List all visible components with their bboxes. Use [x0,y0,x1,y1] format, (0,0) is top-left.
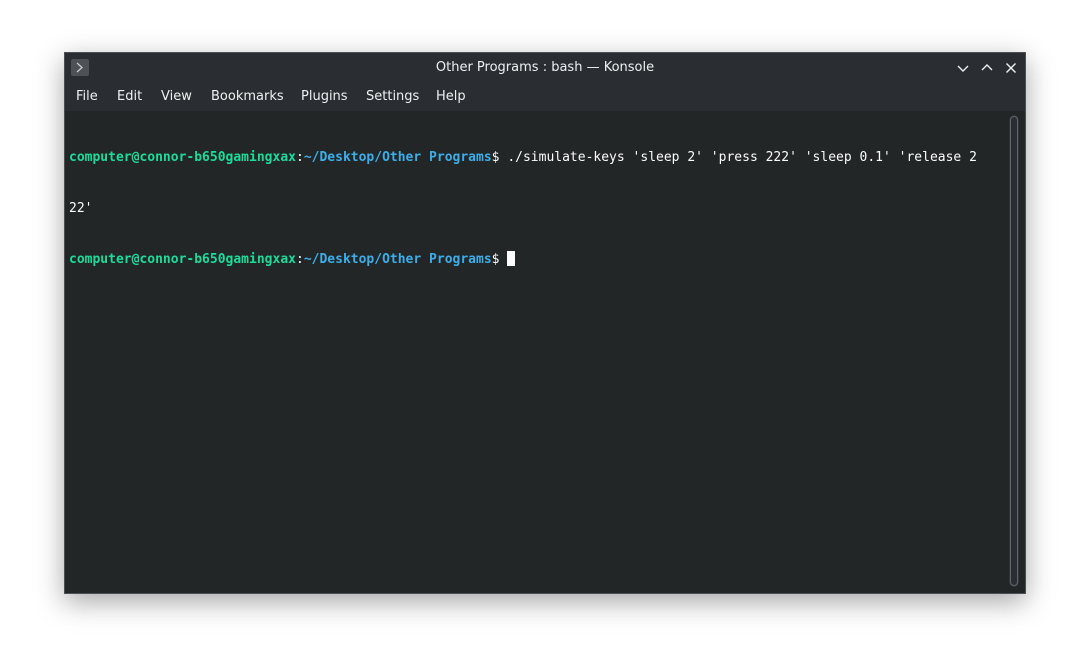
terminal-line: 22' [69,200,1007,217]
terminal-line: computer@connor-b650gamingxax:~/Desktop/… [69,149,1007,166]
konsole-window: Other Programs : bash — Konsole File Edi… [64,52,1026,594]
prompt-user-host: computer@connor-b650gamingxax [69,150,296,165]
vertical-scrollbar[interactable] [1009,115,1019,587]
maximize-button[interactable] [979,60,995,76]
menu-plugins[interactable]: Plugins [301,89,348,104]
menu-bar: File Edit View Bookmarks Plugins Setting… [65,83,1025,111]
scrollbar-thumb[interactable] [1010,116,1018,586]
terminal-output[interactable]: computer@connor-b650gamingxax:~/Desktop/… [65,111,1007,593]
command-wrap-text: 22' [69,201,93,216]
prompt-separator: : [295,252,304,267]
menu-help[interactable]: Help [436,89,466,104]
minimize-icon [957,65,969,72]
maximize-icon [981,64,993,71]
prompt-path: ~/Desktop/Other Programs [303,252,492,267]
title-bar[interactable]: Other Programs : bash — Konsole [65,53,1025,83]
menu-view[interactable]: View [161,89,192,104]
prompt-symbol: $ [491,150,508,165]
menu-settings[interactable]: Settings [366,89,419,104]
prompt-separator: : [295,150,304,165]
prompt-path: ~/Desktop/Other Programs [303,150,492,165]
close-icon [1006,63,1016,73]
prompt-symbol: $ [491,252,508,267]
minimize-button[interactable] [955,60,971,76]
text-cursor [507,251,516,266]
menu-file[interactable]: File [76,89,98,104]
command-text: ./simulate-keys 'sleep 2' 'press 222' 's… [507,150,977,165]
prompt-user-host: computer@connor-b650gamingxax [69,252,296,267]
menu-bookmarks[interactable]: Bookmarks [211,89,284,104]
menu-edit[interactable]: Edit [117,89,142,104]
window-title: Other Programs : bash — Konsole [435,60,655,75]
close-button[interactable] [1003,60,1019,76]
terminal-line: computer@connor-b650gamingxax:~/Desktop/… [69,251,1007,268]
